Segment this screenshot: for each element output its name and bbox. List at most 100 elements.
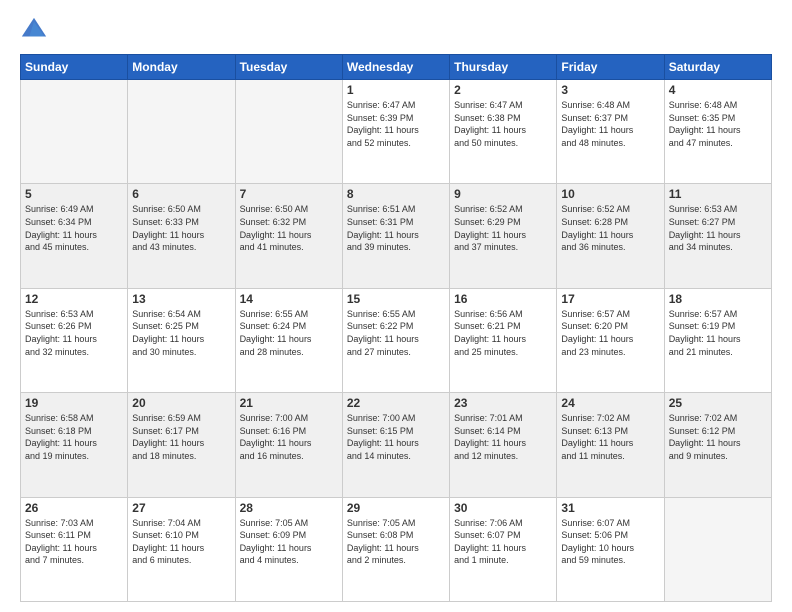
- calendar-empty-cell: [235, 80, 342, 184]
- day-number: 31: [561, 501, 659, 515]
- day-number: 21: [240, 396, 338, 410]
- calendar-day-header: Monday: [128, 55, 235, 80]
- cell-content: Sunrise: 7:02 AM Sunset: 6:13 PM Dayligh…: [561, 412, 659, 462]
- day-number: 9: [454, 187, 552, 201]
- cell-content: Sunrise: 6:47 AM Sunset: 6:39 PM Dayligh…: [347, 99, 445, 149]
- header: [20, 16, 772, 44]
- calendar-day-cell: 7 Sunrise: 6:50 AM Sunset: 6:32 PM Daylig…: [235, 184, 342, 288]
- cell-content: Sunrise: 6:55 AM Sunset: 6:24 PM Dayligh…: [240, 308, 338, 358]
- calendar-empty-cell: [128, 80, 235, 184]
- calendar-day-cell: 16 Sunrise: 6:56 AM Sunset: 6:21 PM Dayli…: [450, 288, 557, 392]
- logo-icon: [20, 16, 48, 44]
- calendar-day-cell: 25Sunrise: 7:02 AM Sunset: 6:12 PM Dayli…: [664, 393, 771, 497]
- cell-content: Sunrise: 6:52 AM Sunset: 6:28 PM Dayligh…: [561, 203, 659, 253]
- calendar-day-cell: 27Sunrise: 7:04 AM Sunset: 6:10 PM Dayli…: [128, 497, 235, 601]
- day-number: 2: [454, 83, 552, 97]
- calendar-day-cell: 13 Sunrise: 6:54 AM Sunset: 6:25 PM Dayli…: [128, 288, 235, 392]
- calendar-day-cell: 19 Sunrise: 6:58 AM Sunset: 6:18 PM Dayli…: [21, 393, 128, 497]
- calendar-day-cell: 15 Sunrise: 6:55 AM Sunset: 6:22 PM Dayli…: [342, 288, 449, 392]
- cell-content: Sunrise: 6:56 AM Sunset: 6:21 PM Dayligh…: [454, 308, 552, 358]
- calendar-day-cell: 8 Sunrise: 6:51 AM Sunset: 6:31 PM Daylig…: [342, 184, 449, 288]
- calendar-day-cell: 28 Sunrise: 7:05 AM Sunset: 6:09 PM Dayli…: [235, 497, 342, 601]
- day-number: 1: [347, 83, 445, 97]
- calendar-week-row: 19 Sunrise: 6:58 AM Sunset: 6:18 PM Dayli…: [21, 393, 772, 497]
- calendar-header-row: SundayMondayTuesdayWednesdayThursdayFrid…: [21, 55, 772, 80]
- day-number: 22: [347, 396, 445, 410]
- calendar-empty-cell: [21, 80, 128, 184]
- day-number: 12: [25, 292, 123, 306]
- calendar-day-cell: 24 Sunrise: 7:02 AM Sunset: 6:13 PM Dayli…: [557, 393, 664, 497]
- cell-content: Sunrise: 7:06 AM Sunset: 6:07 PM Dayligh…: [454, 517, 552, 567]
- day-number: 24: [561, 396, 659, 410]
- day-number: 28: [240, 501, 338, 515]
- cell-content: Sunrise: 6:49 AM Sunset: 6:34 PM Dayligh…: [25, 203, 123, 253]
- day-number: 20: [132, 396, 230, 410]
- cell-content: Sunrise: 6:51 AM Sunset: 6:31 PM Dayligh…: [347, 203, 445, 253]
- cell-content: Sunrise: 6:50 AM Sunset: 6:33 PM Dayligh…: [132, 203, 230, 253]
- cell-content: Sunrise: 6:07 AM Sunset: 5:06 PM Dayligh…: [561, 517, 659, 567]
- calendar-day-cell: 5Sunrise: 6:49 AM Sunset: 6:34 PM Daylig…: [21, 184, 128, 288]
- day-number: 7: [240, 187, 338, 201]
- calendar-day-cell: 10Sunrise: 6:52 AM Sunset: 6:28 PM Dayli…: [557, 184, 664, 288]
- day-number: 19: [25, 396, 123, 410]
- day-number: 17: [561, 292, 659, 306]
- cell-content: Sunrise: 6:57 AM Sunset: 6:19 PM Dayligh…: [669, 308, 767, 358]
- cell-content: Sunrise: 6:53 AM Sunset: 6:27 PM Dayligh…: [669, 203, 767, 253]
- cell-content: Sunrise: 6:47 AM Sunset: 6:38 PM Dayligh…: [454, 99, 552, 149]
- day-number: 11: [669, 187, 767, 201]
- day-number: 29: [347, 501, 445, 515]
- calendar-week-row: 26Sunrise: 7:03 AM Sunset: 6:11 PM Dayli…: [21, 497, 772, 601]
- day-number: 15: [347, 292, 445, 306]
- page: SundayMondayTuesdayWednesdayThursdayFrid…: [0, 0, 792, 612]
- calendar-day-cell: 6 Sunrise: 6:50 AM Sunset: 6:33 PM Daylig…: [128, 184, 235, 288]
- day-number: 8: [347, 187, 445, 201]
- calendar-day-cell: 4 Sunrise: 6:48 AM Sunset: 6:35 PM Daylig…: [664, 80, 771, 184]
- calendar-day-cell: 20 Sunrise: 6:59 AM Sunset: 6:17 PM Dayli…: [128, 393, 235, 497]
- calendar-day-header: Tuesday: [235, 55, 342, 80]
- calendar-day-cell: 17 Sunrise: 6:57 AM Sunset: 6:20 PM Dayli…: [557, 288, 664, 392]
- day-number: 13: [132, 292, 230, 306]
- day-number: 6: [132, 187, 230, 201]
- calendar-day-cell: 2 Sunrise: 6:47 AM Sunset: 6:38 PM Daylig…: [450, 80, 557, 184]
- calendar-table: SundayMondayTuesdayWednesdayThursdayFrid…: [20, 54, 772, 602]
- calendar-day-cell: 22 Sunrise: 7:00 AM Sunset: 6:15 PM Dayli…: [342, 393, 449, 497]
- cell-content: Sunrise: 6:59 AM Sunset: 6:17 PM Dayligh…: [132, 412, 230, 462]
- cell-content: Sunrise: 7:05 AM Sunset: 6:09 PM Dayligh…: [240, 517, 338, 567]
- cell-content: Sunrise: 6:55 AM Sunset: 6:22 PM Dayligh…: [347, 308, 445, 358]
- calendar-day-cell: 12 Sunrise: 6:53 AM Sunset: 6:26 PM Dayli…: [21, 288, 128, 392]
- calendar-day-cell: 1 Sunrise: 6:47 AM Sunset: 6:39 PM Daylig…: [342, 80, 449, 184]
- cell-content: Sunrise: 6:50 AM Sunset: 6:32 PM Dayligh…: [240, 203, 338, 253]
- cell-content: Sunrise: 7:00 AM Sunset: 6:15 PM Dayligh…: [347, 412, 445, 462]
- calendar-empty-cell: [664, 497, 771, 601]
- cell-content: Sunrise: 7:03 AM Sunset: 6:11 PM Dayligh…: [25, 517, 123, 567]
- cell-content: Sunrise: 7:01 AM Sunset: 6:14 PM Dayligh…: [454, 412, 552, 462]
- calendar-day-cell: 26Sunrise: 7:03 AM Sunset: 6:11 PM Dayli…: [21, 497, 128, 601]
- calendar-week-row: 1 Sunrise: 6:47 AM Sunset: 6:39 PM Daylig…: [21, 80, 772, 184]
- calendar-day-cell: 30 Sunrise: 7:06 AM Sunset: 6:07 PM Dayli…: [450, 497, 557, 601]
- calendar-day-cell: 18 Sunrise: 6:57 AM Sunset: 6:19 PM Dayli…: [664, 288, 771, 392]
- cell-content: Sunrise: 6:53 AM Sunset: 6:26 PM Dayligh…: [25, 308, 123, 358]
- calendar-day-cell: 3 Sunrise: 6:48 AM Sunset: 6:37 PM Daylig…: [557, 80, 664, 184]
- calendar-day-cell: 29 Sunrise: 7:05 AM Sunset: 6:08 PM Dayli…: [342, 497, 449, 601]
- day-number: 14: [240, 292, 338, 306]
- logo: [20, 16, 52, 44]
- day-number: 4: [669, 83, 767, 97]
- calendar-day-cell: 11 Sunrise: 6:53 AM Sunset: 6:27 PM Dayli…: [664, 184, 771, 288]
- day-number: 18: [669, 292, 767, 306]
- calendar-week-row: 5Sunrise: 6:49 AM Sunset: 6:34 PM Daylig…: [21, 184, 772, 288]
- cell-content: Sunrise: 6:48 AM Sunset: 6:37 PM Dayligh…: [561, 99, 659, 149]
- cell-content: Sunrise: 6:57 AM Sunset: 6:20 PM Dayligh…: [561, 308, 659, 358]
- cell-content: Sunrise: 6:58 AM Sunset: 6:18 PM Dayligh…: [25, 412, 123, 462]
- cell-content: Sunrise: 6:54 AM Sunset: 6:25 PM Dayligh…: [132, 308, 230, 358]
- day-number: 25: [669, 396, 767, 410]
- calendar-day-header: Friday: [557, 55, 664, 80]
- day-number: 16: [454, 292, 552, 306]
- day-number: 23: [454, 396, 552, 410]
- cell-content: Sunrise: 7:05 AM Sunset: 6:08 PM Dayligh…: [347, 517, 445, 567]
- calendar-day-cell: 14 Sunrise: 6:55 AM Sunset: 6:24 PM Dayli…: [235, 288, 342, 392]
- cell-content: Sunrise: 7:00 AM Sunset: 6:16 PM Dayligh…: [240, 412, 338, 462]
- day-number: 3: [561, 83, 659, 97]
- cell-content: Sunrise: 6:48 AM Sunset: 6:35 PM Dayligh…: [669, 99, 767, 149]
- day-number: 30: [454, 501, 552, 515]
- day-number: 27: [132, 501, 230, 515]
